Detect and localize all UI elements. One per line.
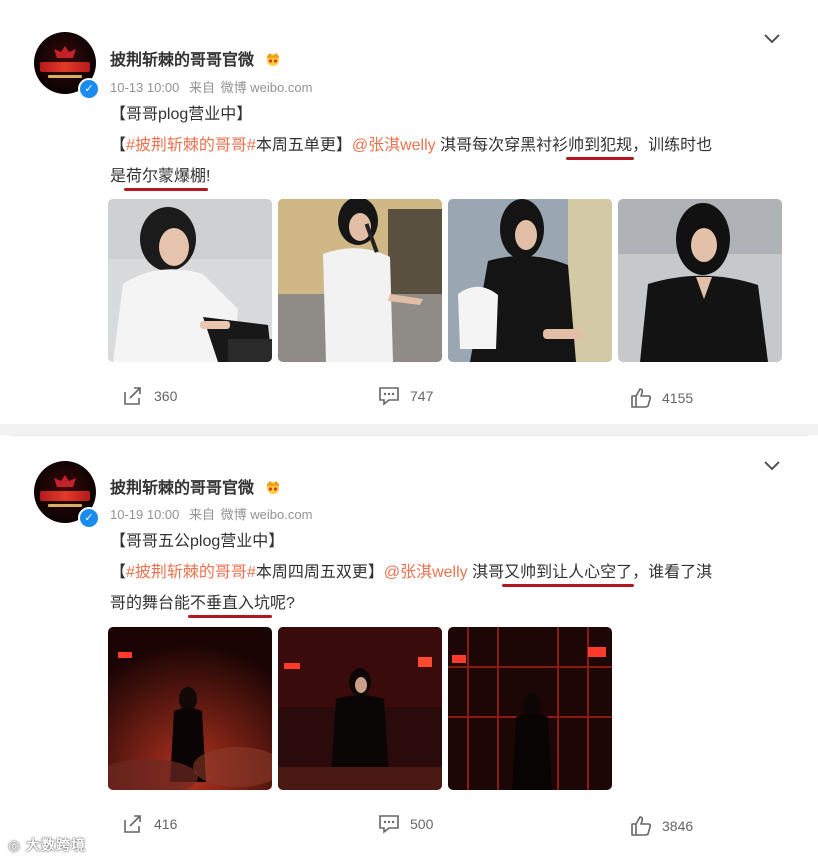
repost-button[interactable]: 416 (122, 814, 177, 834)
photo-stage-mic-center[interactable] (278, 627, 442, 790)
photo-grid (108, 627, 612, 790)
chevron-down-icon[interactable] (764, 461, 780, 471)
source-prefix: 来自 (189, 80, 216, 95)
bracket-open: 【 (110, 137, 127, 154)
logo-banner (40, 491, 90, 501)
feed-divider (0, 424, 818, 435)
highlight-phrase: 荷尔蒙爆棚 (126, 168, 207, 185)
post-text-segment: ，训练时也 (632, 137, 713, 154)
post-time[interactable]: 10-13 10:00 (110, 80, 179, 95)
photo-stage-red-grid[interactable] (448, 627, 612, 790)
author-name[interactable]: 披荆斩棘的哥哥官微 (110, 474, 282, 498)
photo-mic-white-shirt[interactable] (278, 199, 442, 362)
like-count: 3846 (662, 818, 694, 834)
like-icon (631, 388, 652, 408)
post-time[interactable]: 10-19 10:00 (110, 507, 179, 522)
logo-mark-icon (54, 475, 76, 487)
post-text-segment: 哥的舞台能 (110, 595, 191, 612)
logo-mark-icon (54, 46, 76, 58)
post-text: 【哥哥plog营业中】 【#披荆斩棘的哥哥#本周五单更】@张淇welly 淇哥每… (110, 99, 800, 192)
repost-button[interactable]: 360 (122, 386, 177, 406)
post-line-2: 【#披荆斩棘的哥哥#本周四周五双更】@张淇welly 淇哥又帅到让人心空了，谁看… (110, 557, 800, 588)
crown-emoji-icon (267, 481, 280, 494)
photo-piano-white-shirt[interactable] (108, 199, 272, 362)
bracket-open: 【 (110, 564, 127, 581)
comment-icon (379, 387, 399, 406)
post-source: 微博 weibo.com (220, 507, 313, 522)
photo-grid (108, 199, 782, 362)
comment-button[interactable]: 500 (378, 814, 433, 834)
topic-link[interactable]: #披荆斩棘的哥哥# (126, 137, 256, 154)
post-line-1: 【哥哥五公plog营业中】 (110, 533, 285, 550)
post-text-segment: ，谁看了淇 (632, 564, 713, 581)
post-text-segment: 本周四周五双更】 (255, 564, 384, 581)
repost-count: 416 (154, 816, 178, 832)
post-text-segment: 淇哥 (467, 564, 505, 581)
photo-black-shirt-seated[interactable] (448, 199, 612, 362)
photo-black-shirt-portrait[interactable] (618, 199, 782, 362)
topic-link[interactable]: #披荆斩棘的哥哥# (126, 564, 256, 581)
post-source: 微博 weibo.com (220, 80, 313, 95)
logo-banner (40, 62, 90, 72)
highlight-phrase: 不垂直入坑 (190, 595, 271, 612)
post-line-2: 【#披荆斩棘的哥哥#本周五单更】@张淇welly 淇哥每次穿黑衬衫帅到犯规，训练… (110, 130, 800, 161)
logo-subtitle (48, 75, 82, 78)
post-text-segment: 淇哥每次穿黑衬衫 (435, 137, 569, 154)
author-name-text[interactable]: 披荆斩棘的哥哥官微 (110, 52, 254, 69)
highlight-phrase: 帅到犯规 (568, 137, 633, 154)
chevron-down-icon[interactable] (764, 34, 780, 44)
author-name-text[interactable]: 披荆斩棘的哥哥官微 (110, 480, 254, 497)
like-button[interactable]: 3846 (630, 816, 693, 836)
source-prefix: 来自 (189, 507, 216, 522)
weibo-post-1: ✓ 披荆斩棘的哥哥官微 10-13 10:00 来自 微博 weibo.com … (10, 0, 808, 424)
comment-icon (379, 815, 399, 834)
photo-stage-red-smoke[interactable] (108, 627, 272, 790)
repost-icon (124, 815, 141, 833)
highlight-phrase: 又帅到让人心空了 (504, 564, 633, 581)
comment-count: 747 (410, 388, 434, 404)
post-text-segment: ! (206, 168, 211, 185)
post-text-segment: 呢? (270, 595, 295, 612)
post-text-segment: 是 (110, 168, 127, 185)
post-meta: 10-19 10:00 来自 微博 weibo.com (110, 504, 318, 523)
crown-emoji-icon (267, 53, 280, 66)
watermark-logo-icon: ◎ (8, 837, 22, 853)
mention-link[interactable]: @张淇welly (352, 137, 436, 154)
weibo-post-2: ✓ 披荆斩棘的哥哥官微 10-19 10:00 来自 微博 weibo.com … (10, 435, 808, 862)
action-bar: 360 747 4155 (10, 386, 808, 416)
watermark-text: 大数跨境 (26, 837, 87, 853)
like-button[interactable]: 4155 (630, 388, 693, 408)
watermark: ◎ 大数跨境 (8, 835, 86, 855)
like-icon (631, 816, 652, 836)
post-line-3: 哥的舞台能不垂直入坑呢? (110, 588, 800, 619)
comment-count: 500 (410, 816, 434, 832)
comment-button[interactable]: 747 (378, 386, 433, 406)
post-text: 【哥哥五公plog营业中】 【#披荆斩棘的哥哥#本周四周五双更】@张淇welly… (110, 526, 800, 619)
repost-icon (124, 387, 141, 405)
post-meta: 10-13 10:00 来自 微博 weibo.com (110, 77, 318, 96)
action-bar: 416 500 3846 (10, 814, 808, 844)
author-name[interactable]: 披荆斩棘的哥哥官微 (110, 46, 282, 70)
post-line-3: 是荷尔蒙爆棚! (110, 161, 800, 192)
verified-badge-icon: ✓ (78, 507, 100, 529)
post-line-1: 【哥哥plog营业中】 (110, 106, 253, 123)
repost-count: 360 (154, 388, 178, 404)
verified-badge-icon: ✓ (78, 78, 100, 100)
logo-subtitle (48, 504, 82, 507)
mention-link[interactable]: @张淇welly (384, 564, 468, 581)
post-text-segment: 本周五单更】 (255, 137, 352, 154)
like-count: 4155 (662, 390, 694, 406)
